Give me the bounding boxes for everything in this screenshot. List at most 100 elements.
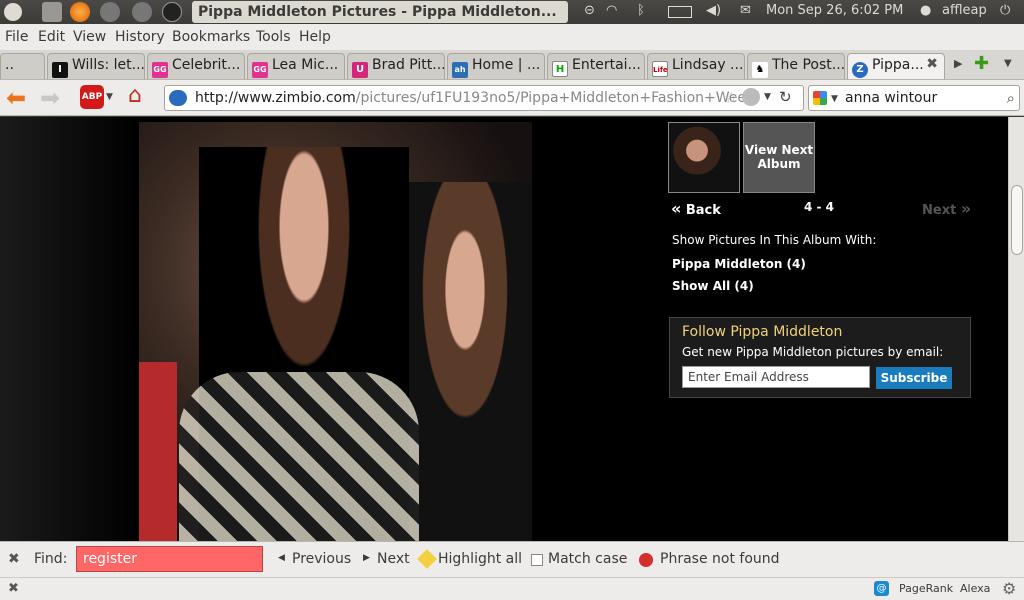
scrollbar-thumb[interactable] <box>1011 185 1023 255</box>
indicator-icon[interactable]: ⊝ <box>584 3 595 18</box>
menu-tools[interactable]: Tools <box>256 29 291 45</box>
tab-label: Home | ... <box>472 57 541 73</box>
text-editor-icon[interactable] <box>42 2 62 22</box>
user-name[interactable]: affleap <box>942 3 987 18</box>
status-bar: ✖ @ PageRank Alexa ⚙ <box>0 577 1024 600</box>
menu-view[interactable]: View <box>73 29 106 45</box>
find-next-button[interactable]: Next <box>377 551 410 567</box>
follow-box: Follow Pippa Middleton Get new Pippa Mid… <box>669 317 971 398</box>
view-next-album-button[interactable]: View Next Album <box>743 122 815 193</box>
system-panel: Pippa Middleton Pictures - Pippa Middlet… <box>0 0 1024 24</box>
volume-icon[interactable]: ◀) <box>706 3 721 18</box>
tab-item-active[interactable]: Z Pippa... ✖ <box>847 53 945 79</box>
photo-counter: 4 - 4 <box>804 200 835 214</box>
main-photo[interactable] <box>139 122 532 541</box>
filter-pippa-link[interactable]: Pippa Middleton (4) <box>672 257 806 271</box>
close-find-icon[interactable]: ✖ <box>8 551 20 567</box>
mail-icon[interactable]: ✉ <box>740 3 751 18</box>
find-previous-button[interactable]: Previous <box>292 551 351 567</box>
tab-item[interactable]: GG Celebrit... <box>147 53 245 79</box>
site-identity-icon[interactable] <box>169 90 187 106</box>
filter-show-all-link[interactable]: Show All (4) <box>672 279 754 293</box>
bookmark-star-icon[interactable]: ☆ <box>724 88 738 107</box>
magnifier-icon[interactable]: ⌕ <box>1007 86 1015 110</box>
wifi-icon[interactable]: ◠ <box>606 3 617 18</box>
app-launcher-icon-2[interactable] <box>132 2 152 22</box>
back-link[interactable]: « Back <box>671 199 721 218</box>
favicon-icon: Life <box>652 61 668 77</box>
close-tab-icon[interactable]: ✖ <box>926 56 938 72</box>
menu-file[interactable]: File <box>5 29 28 45</box>
back-chevron-icon: « <box>671 199 682 218</box>
tab-label: Wills: let... <box>72 57 145 73</box>
vertical-scrollbar[interactable] <box>1008 117 1024 541</box>
url-path: /pictures/uf1FU193no5/Pippa+Middleton+Fa… <box>355 90 759 106</box>
highlighter-icon <box>417 549 437 569</box>
find-label: Find: <box>34 551 68 567</box>
email-input[interactable]: Enter Email Address <box>682 366 870 388</box>
tab-item[interactable]: I Wills: let... <box>47 53 145 79</box>
adblock-dropdown-icon[interactable]: ▼ <box>106 92 113 102</box>
tab-label: Brad Pitt... <box>372 57 445 73</box>
tab-scroll-right-icon[interactable]: ▶ <box>954 57 962 70</box>
clock[interactable]: Mon Sep 26, 6:02 PM <box>766 3 903 18</box>
terminal-icon[interactable] <box>162 2 182 22</box>
match-case-label[interactable]: Match case <box>548 551 627 567</box>
tab-item[interactable]: H Entertai... <box>547 53 645 79</box>
back-arrow-icon[interactable]: ⬅ <box>6 84 26 112</box>
bluetooth-icon[interactable]: ᛒ <box>637 3 645 18</box>
search-engine-dropdown-icon[interactable]: ▼ <box>831 87 838 111</box>
menu-bookmarks[interactable]: Bookmarks <box>172 29 250 45</box>
find-status: Phrase not found <box>660 551 780 567</box>
firefox-icon[interactable] <box>70 2 90 22</box>
close-statusbar-icon[interactable]: ✖ <box>8 581 19 596</box>
match-case-checkbox[interactable] <box>531 554 543 566</box>
forward-arrow-icon[interactable]: ➡ <box>40 84 60 112</box>
highlight-all-button[interactable]: Highlight all <box>438 551 522 567</box>
url-dropdown-icon[interactable]: ▼ <box>764 92 771 102</box>
tab-item[interactable]: ah Home | ... <box>447 53 545 79</box>
google-search-icon[interactable] <box>813 91 827 105</box>
favicon-icon: ♞ <box>752 62 768 78</box>
user-icon: ● <box>920 3 932 18</box>
subscribe-label: Subscribe <box>880 371 948 385</box>
reader-icon[interactable] <box>742 88 760 106</box>
search-input[interactable]: anna wintour <box>845 90 937 106</box>
find-input[interactable]: register <box>76 546 263 572</box>
next-chevron-icon: » <box>960 199 972 218</box>
next-link[interactable]: Next » <box>922 199 971 218</box>
tab-list-icon[interactable]: ▼ <box>1004 58 1012 69</box>
reload-icon[interactable]: ↻ <box>779 88 792 106</box>
menu-history[interactable]: History <box>115 29 165 45</box>
favicon-icon: I <box>52 62 68 78</box>
home-icon[interactable]: ⌂ <box>128 83 142 108</box>
pagerank-label[interactable]: PageRank <box>899 582 953 595</box>
tab-item[interactable]: ♞ The Post... <box>747 53 845 79</box>
next-arrow-icon: ▶ <box>363 553 370 563</box>
url-bar[interactable]: http://www.zimbio.com/pictures/uf1FU193n… <box>164 85 804 111</box>
favicon-icon: GG <box>152 62 168 78</box>
tab-item[interactable]: .. <box>0 53 45 79</box>
tab-item[interactable]: U Brad Pitt... <box>347 53 445 79</box>
tab-item[interactable]: GG Lea Mic... <box>247 53 345 79</box>
settings-gear-icon[interactable]: ⚙ <box>1002 579 1016 598</box>
ubuntu-logo-icon[interactable] <box>4 3 22 21</box>
tab-item[interactable]: Life Lindsay ... <box>647 53 745 79</box>
next-label: Next <box>922 203 957 218</box>
follow-description: Get new Pippa Middleton pictures by emai… <box>682 345 944 359</box>
battery-icon[interactable] <box>668 6 692 18</box>
subscribe-button[interactable]: Subscribe <box>876 367 952 389</box>
app-launcher-icon[interactable] <box>100 2 120 22</box>
favicon-icon: Z <box>852 62 868 78</box>
power-icon[interactable]: ⏻ <box>1000 3 1010 18</box>
search-bar[interactable]: ▼ anna wintour ⌕ <box>808 85 1020 111</box>
url-domain: http://www.zimbio.com <box>195 90 356 106</box>
alexa-label[interactable]: Alexa <box>960 582 990 595</box>
adblock-icon[interactable]: ABP <box>80 85 104 109</box>
menu-help[interactable]: Help <box>299 29 331 45</box>
tab-label: Celebrit... <box>172 57 241 73</box>
new-tab-icon[interactable]: ✚ <box>974 53 989 74</box>
album-thumbnail[interactable] <box>668 122 740 193</box>
pagerank-icon[interactable]: @ <box>874 581 889 596</box>
menu-edit[interactable]: Edit <box>38 29 65 45</box>
